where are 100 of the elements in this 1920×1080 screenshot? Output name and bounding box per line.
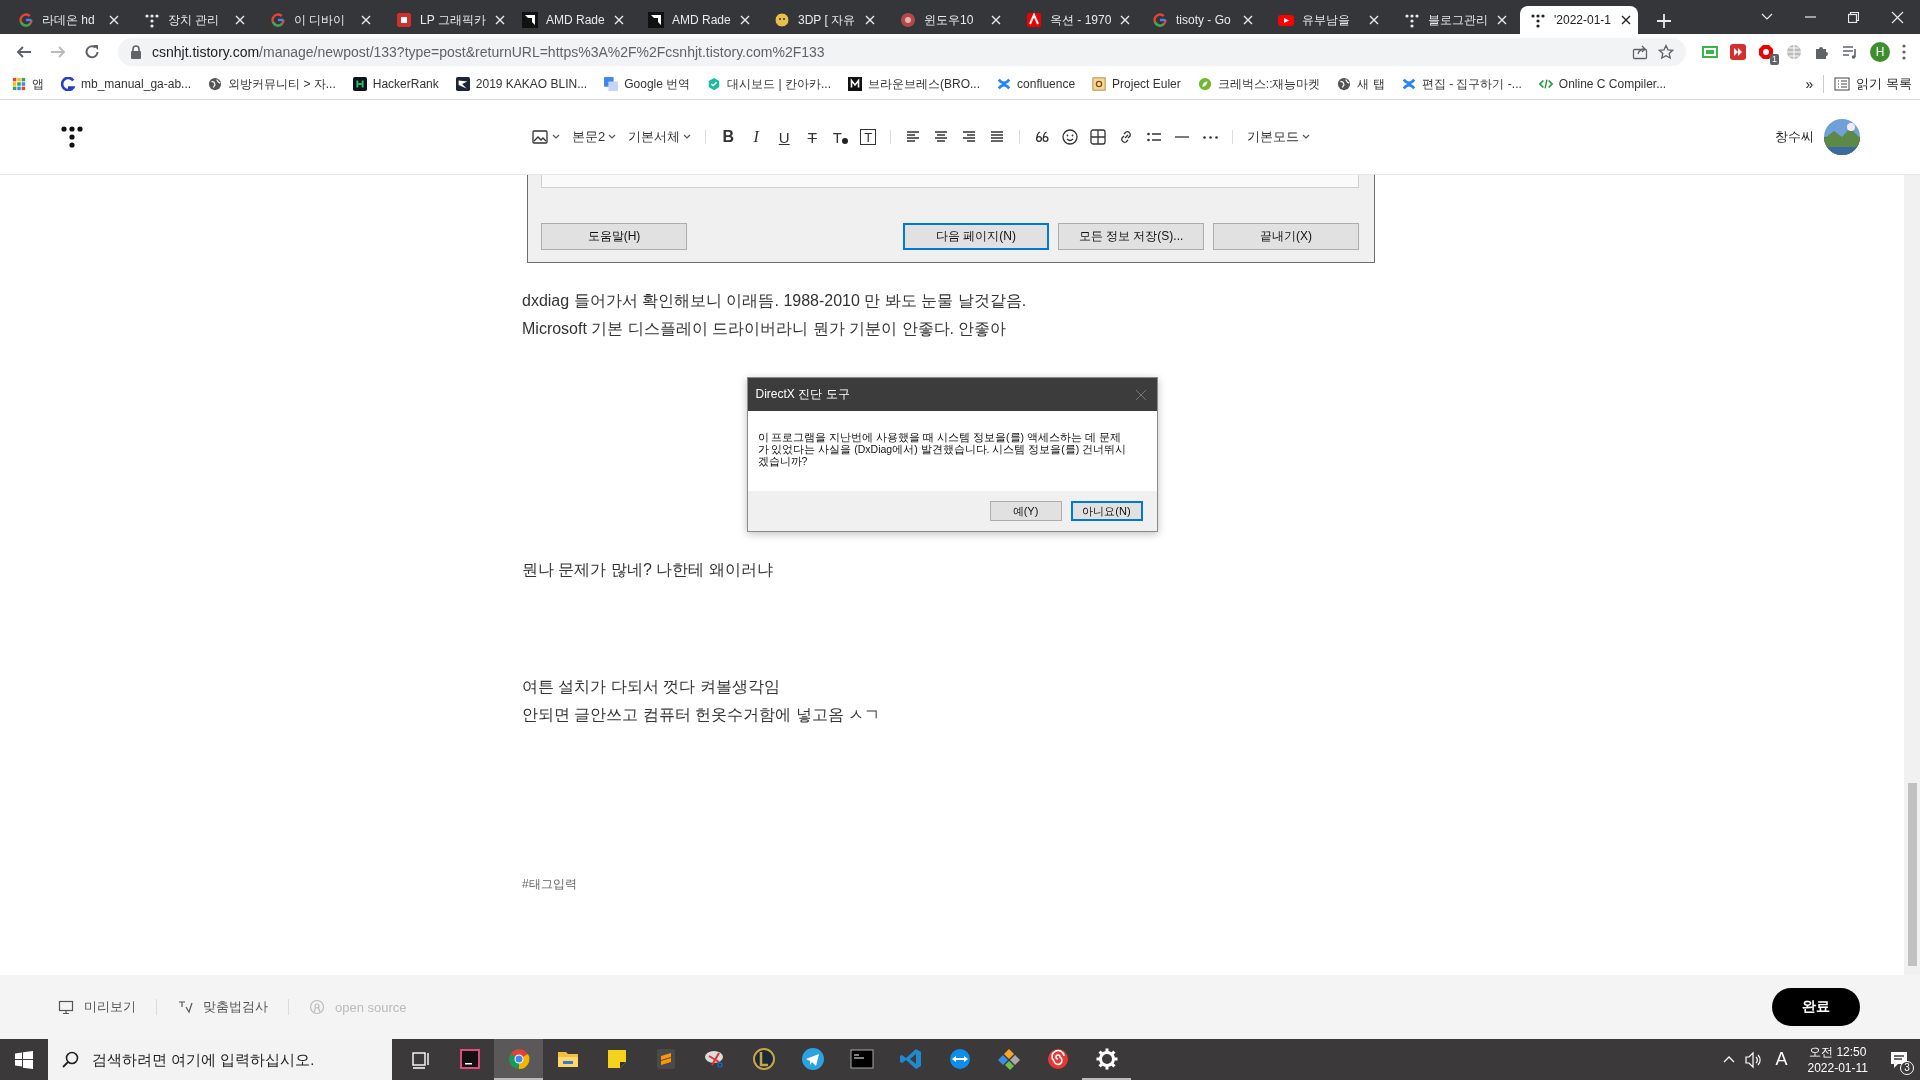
paragraph-text: 여튼 설치가 다되서 껏다 켜볼생각임 [522, 677, 781, 697]
g-icon [61, 77, 75, 91]
bold-button[interactable]: B [714, 123, 743, 151]
stop-sign-icon[interactable] [1758, 43, 1774, 60]
address-bar[interactable]: csnhjt.tistory.com/manage/newpost/133?type=post&returnURL=https%3A%2F%2Fcsnhjt.tistory.com%2F133 [118, 37, 1686, 66]
browser-tab[interactable]: 장치 관리 [134, 6, 252, 34]
leaf-icon [1197, 77, 1212, 91]
bookmark-item[interactable]: Google 번역 [604, 75, 700, 93]
search-field[interactable]: 검색하려면 여기에 입력하십시오. [48, 1039, 392, 1080]
paragraph-text: 뭔나 문제가 많네? 나한테 왜이러냐 [522, 560, 774, 580]
playlist-icon[interactable] [1842, 43, 1858, 60]
underline-button[interactable]: U [770, 123, 799, 151]
dots-logo-icon[interactable] [60, 125, 84, 149]
chevron-icon[interactable] [1761, 13, 1773, 21]
ij-icon [457, 1046, 482, 1071]
new-tab-icon[interactable] [1656, 13, 1672, 29]
italic-button[interactable]: I [742, 123, 771, 151]
monitor-icon [58, 999, 74, 1015]
flag-icon [455, 77, 470, 91]
open-source-icon [309, 999, 325, 1015]
dialog-button[interactable]: 모든 정보 저장(S)... [1058, 223, 1204, 250]
square-icon [352, 77, 367, 91]
close-icon[interactable] [612, 14, 625, 26]
square-icon [396, 12, 412, 28]
dropdown-button[interactable]: 기본모드 [1241, 123, 1317, 151]
list-icon [1834, 76, 1851, 92]
browser-tab[interactable]: 윈도우10 [890, 6, 1008, 34]
dialog-button[interactable]: 예(Y) [989, 501, 1062, 521]
scrollbar-thumb[interactable] [1907, 783, 1917, 966]
bookmark-item[interactable]: HackerRank [352, 77, 448, 91]
done-button[interactable]: 완료 [1772, 988, 1860, 1026]
dialog-button[interactable]: 아니요(N) [1070, 501, 1143, 521]
browser-tab[interactable]: 블로그관리 [1394, 6, 1512, 34]
input-method-indicator[interactable]: A [1771, 1049, 1792, 1070]
strike-button[interactable]: T [798, 123, 827, 151]
browser-tab[interactable]: tisoty - Go [1142, 6, 1260, 34]
browser-tab[interactable]: AMD Rade [512, 6, 630, 34]
bookmark-item[interactable]: Online C Compiler... [1538, 77, 1676, 91]
notification-icon[interactable] [1890, 1050, 1908, 1069]
close-icon[interactable] [1620, 14, 1632, 26]
bookmark-item[interactable]: 앱 [12, 75, 53, 93]
dropdown-button[interactable]: 기본서체 [622, 123, 698, 151]
spellcheck-button[interactable]: 맞춤법검사 [177, 998, 268, 1016]
chevron-up-icon[interactable] [1723, 1055, 1736, 1064]
fast-forward-icon[interactable] [1730, 43, 1746, 60]
browser-tab[interactable]: 3DP [ 자유 [764, 6, 882, 34]
dots-icon [1530, 12, 1546, 28]
reading-list-button[interactable]: 읽기 목록 [1823, 75, 1912, 93]
browser-tab[interactable]: 유부남을 [1268, 6, 1386, 34]
browser-tab[interactable]: 이 디바이 [260, 6, 378, 34]
clock[interactable]: 오전 12:50 2022-01-11 [1801, 1043, 1874, 1076]
bookmark-item[interactable]: 브라운브레스(BRO... [848, 75, 990, 93]
g-icon [1152, 12, 1168, 28]
apps-icon [12, 77, 26, 91]
more-bookmarks-button[interactable]: » [1795, 76, 1824, 92]
bookmark-item[interactable]: confluence [997, 77, 1085, 91]
close-icon[interactable] [738, 14, 751, 26]
lock-icon [130, 44, 142, 59]
speaker-icon[interactable] [1745, 1050, 1762, 1069]
profile-avatar[interactable]: H [1870, 41, 1890, 62]
bookmark-item[interactable]: 새 탭 [1337, 75, 1394, 93]
star-icon[interactable] [1658, 43, 1674, 60]
dropdown-button[interactable]: 본문2 [566, 123, 623, 151]
caret-icon [608, 134, 617, 140]
scrollbar[interactable] [1904, 175, 1920, 975]
share-icon[interactable] [1632, 43, 1648, 60]
bookmark-item[interactable]: 2019 KAKAO BLIN... [455, 77, 597, 91]
bookmark-item[interactable]: 외방커뮤니티 > 자... [208, 75, 345, 93]
bookmark-item[interactable]: Project Euler [1092, 77, 1190, 91]
spiral-icon [1045, 1046, 1070, 1071]
tag-input[interactable]: #태그입력 [522, 876, 577, 892]
browser-tab[interactable]: AMD Rade [638, 6, 756, 34]
preview-button[interactable]: 미리보기 [58, 998, 136, 1016]
browser-tab[interactable]: '2022-01-1 [1520, 6, 1638, 34]
dialog-title: DirectX 진단 도구 [755, 386, 850, 403]
square-icon [1026, 12, 1042, 28]
browser-tab[interactable]: 라데온 hd [8, 6, 126, 34]
shield-icon [751, 1046, 776, 1071]
browser-tab[interactable]: 옥션 - 1970 [1016, 6, 1134, 34]
kebab-menu-icon[interactable] [1902, 43, 1906, 60]
color-button[interactable]: T [826, 123, 855, 151]
restore-icon[interactable] [1848, 11, 1859, 23]
dots-icon [1404, 12, 1420, 28]
screen-icon[interactable] [1702, 43, 1718, 60]
bookmark-item[interactable]: 편집 - 집구하기 -... [1401, 75, 1531, 93]
bookmark-item[interactable]: mb_manual_ga-ab... [61, 77, 201, 91]
bookmark-item[interactable]: 크레벅스::재능마켓 [1197, 75, 1330, 93]
close-icon[interactable] [493, 14, 506, 26]
dialog-message: 이 프로그램을 지난번에 사용했을 때 시스템 정보을(를) 액세스하는 데 문제가 있었다는 사실을 (DxDiag에서) 발견했습니다. 시스템 정보을(를) 건너뛰시겠습니까? [756, 430, 1128, 469]
dialog-button[interactable]: 끝내기(X) [1213, 223, 1359, 250]
dialog-button[interactable]: 도움말(H) [541, 223, 687, 250]
caret-icon [1302, 134, 1311, 140]
highlight-button[interactable]: T [860, 129, 877, 145]
chrome-icon [506, 1046, 531, 1071]
browser-tab[interactable]: LP 그래픽카 [386, 6, 504, 34]
bookmark-item[interactable]: 대시보드 | 칸아카... [707, 75, 841, 93]
start-icon[interactable] [15, 1050, 33, 1069]
tiles-icon [996, 1046, 1021, 1071]
dialog-button[interactable]: 다음 페이지(N) [903, 223, 1049, 250]
code-icon [1538, 77, 1553, 91]
